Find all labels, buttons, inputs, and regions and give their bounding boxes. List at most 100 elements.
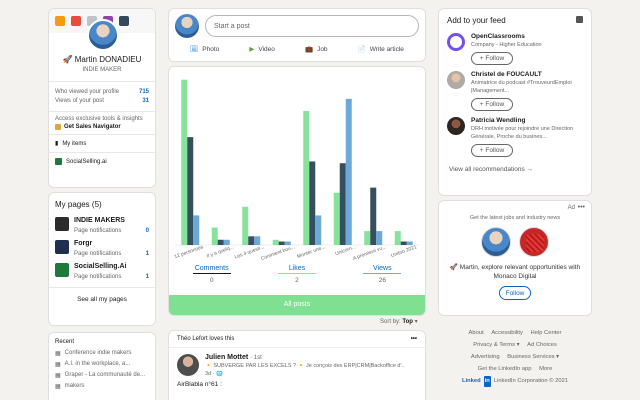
ad-headline: Get the latest jobs and industry news — [469, 215, 561, 221]
bar-views-2[interactable] — [254, 236, 261, 245]
rec-name[interactable]: Patricia Wendling — [471, 117, 583, 124]
page-item-indie-makers[interactable]: INDIE MAKERS Page notifications 0 — [49, 214, 155, 237]
post-time: 3d · 🌐 — [205, 371, 223, 377]
stat-label: Views of your post — [55, 98, 104, 104]
all-posts-button[interactable]: All posts — [169, 295, 425, 315]
write-article-button[interactable]: 📄 Write article — [358, 45, 404, 54]
sort-by-dropdown[interactable]: Sort by: Top ▾ — [380, 318, 418, 325]
stat-profile-views[interactable]: Who viewed your profile 715 — [55, 89, 149, 95]
bar-comments-4[interactable] — [303, 111, 310, 245]
x-tick-label: Unitoo 2021 — [390, 244, 418, 259]
openclassrooms-logo[interactable] — [447, 33, 465, 51]
page-item-forgr[interactable]: Forgr Page notifications 1 — [49, 237, 155, 260]
sales-navigator-link[interactable]: Get Sales Navigator — [55, 124, 149, 130]
patricia-avatar[interactable] — [447, 117, 465, 136]
bar-comments-5[interactable] — [333, 192, 340, 245]
job-button[interactable]: 💼 Job — [305, 45, 328, 54]
calendar-extension-icon[interactable] — [119, 16, 129, 26]
follow-button[interactable]: + Follow — [471, 144, 513, 158]
author-avatar[interactable] — [177, 354, 199, 376]
recent-item[interactable]: ▦ Graper - La communauté de... — [49, 370, 155, 381]
bar-likes-5[interactable] — [339, 163, 346, 245]
rec-name[interactable]: OpenClassrooms — [471, 33, 583, 40]
bar-views-1[interactable] — [223, 239, 230, 245]
page-notifications[interactable]: Page notifications 0 — [74, 228, 149, 234]
stat-post-views[interactable]: Views of your post 31 — [55, 98, 149, 104]
footer-row: Get the LinkedIn app More — [438, 364, 592, 376]
view-all-recommendations-link[interactable]: View all recommendations → — [439, 160, 591, 179]
tab-comments[interactable]: Comments 0 — [169, 265, 254, 284]
more-options-icon[interactable]: ••• — [411, 336, 417, 342]
start-post-input[interactable]: Start a post — [205, 15, 419, 37]
footer-link-business-services[interactable]: Business Services ▾ — [507, 354, 559, 360]
linkedin-logo-icon: in — [483, 375, 491, 388]
bar-comments-1[interactable] — [211, 227, 218, 245]
monaco-digital-logo[interactable] — [519, 227, 549, 257]
info-icon[interactable] — [576, 16, 583, 23]
profile-name[interactable]: 🚀 Martin DONADIEU — [49, 55, 155, 64]
premium-upsell[interactable]: Access exclusive tools & insights Get Sa… — [49, 111, 155, 134]
job-label: Job — [317, 45, 328, 53]
video-button[interactable]: ▶ Video — [249, 45, 275, 54]
ad-follow-button[interactable]: Follow — [499, 286, 531, 301]
tab-views[interactable]: Views 26 — [340, 265, 425, 284]
fire-extension-icon[interactable] — [71, 16, 81, 26]
ad-card: Ad ••• Get the latest jobs and industry … — [438, 200, 592, 316]
avatar[interactable] — [87, 19, 119, 51]
bar-views-5[interactable] — [345, 98, 352, 245]
photo-button[interactable]: 🖼 Photo — [190, 45, 219, 54]
socialselling-link[interactable]: SocialSelling.ai — [49, 152, 155, 170]
bar-likes-6[interactable] — [370, 187, 377, 245]
footer-link-privacy[interactable]: Privacy & Terms ▾ — [473, 342, 519, 348]
my-items-link[interactable]: ▮ My items — [49, 134, 155, 152]
add-to-feed-card: Add to your feed OpenClassrooms Company … — [438, 8, 592, 196]
more-options-icon[interactable]: ••• — [578, 204, 585, 211]
page-item-socialselling[interactable]: SocialSelling.Ai Page notifications 1 — [49, 260, 155, 283]
bar-likes-2[interactable] — [248, 236, 255, 245]
bar-comments-3[interactable] — [272, 239, 279, 245]
footer-link-advertising[interactable]: Advertising — [471, 354, 500, 360]
page-notifications[interactable]: Page notifications 1 — [74, 251, 149, 257]
page-name: Forgr — [74, 240, 93, 247]
bar-likes-0[interactable] — [187, 137, 194, 245]
footer-link-more[interactable]: More — [539, 366, 552, 372]
recent-item[interactable]: ▦ A.I. in the workplace, a... — [49, 359, 155, 370]
page-notifications[interactable]: Page notifications 1 — [74, 274, 149, 280]
christel-avatar[interactable] — [447, 71, 465, 90]
tab-likes[interactable]: Likes 2 — [254, 265, 339, 284]
tab-label: Views — [373, 265, 392, 272]
recent-item-label: Conference indie makers — [64, 350, 132, 356]
footer-link-accessibility[interactable]: Accessibility — [491, 330, 523, 336]
bar-likes-1[interactable] — [217, 239, 224, 245]
bar-likes-7[interactable] — [400, 241, 407, 245]
footer-link-ad-choices[interactable]: Ad Choices — [527, 342, 557, 348]
recent-item[interactable]: ▦ makers — [49, 381, 155, 392]
recent-item[interactable]: ▦ Conference indie makers — [49, 348, 155, 359]
see-all-pages-button[interactable]: See all my pages — [49, 287, 155, 311]
footer-link-about[interactable]: About — [469, 330, 484, 336]
bar-likes-4[interactable] — [309, 161, 316, 245]
recent-card: Recent ▦ Conference indie makers ▦ A.I. in… — [48, 332, 156, 400]
avatar[interactable] — [175, 14, 199, 38]
m-extension-icon[interactable] — [55, 16, 65, 26]
rec-name[interactable]: Christel de FOUCAULT — [471, 71, 583, 78]
bar-views-0[interactable] — [193, 215, 200, 245]
follow-button[interactable]: + Follow — [471, 52, 513, 66]
x-tick-label: Il y a quelq... — [206, 244, 235, 259]
page-notif-label: Page notifications — [74, 228, 122, 234]
bar-comments-0[interactable] — [181, 79, 188, 245]
footer-link-get-app[interactable]: Get the LinkedIn app — [478, 366, 532, 372]
footer-row: Advertising Business Services ▾ — [438, 352, 592, 364]
bar-views-4[interactable] — [315, 215, 322, 245]
author-name[interactable]: Julien Mottet · 1st — [205, 354, 405, 361]
bar-comments-7[interactable] — [394, 231, 401, 245]
footer-link-help-center[interactable]: Help Center — [531, 330, 562, 336]
bar-comments-2[interactable] — [242, 206, 249, 245]
bar-comments-6[interactable] — [364, 231, 371, 245]
author-subtitle: 🔸 SUBVERGE PAR LES EXCELS ? 🔸 Je conçois… — [205, 363, 405, 369]
bar-views-7[interactable] — [406, 241, 413, 245]
follow-button[interactable]: + Follow — [471, 98, 513, 112]
bar-views-6[interactable] — [376, 231, 383, 245]
bar-views-3[interactable] — [284, 241, 291, 245]
bar-likes-3[interactable] — [278, 241, 285, 245]
